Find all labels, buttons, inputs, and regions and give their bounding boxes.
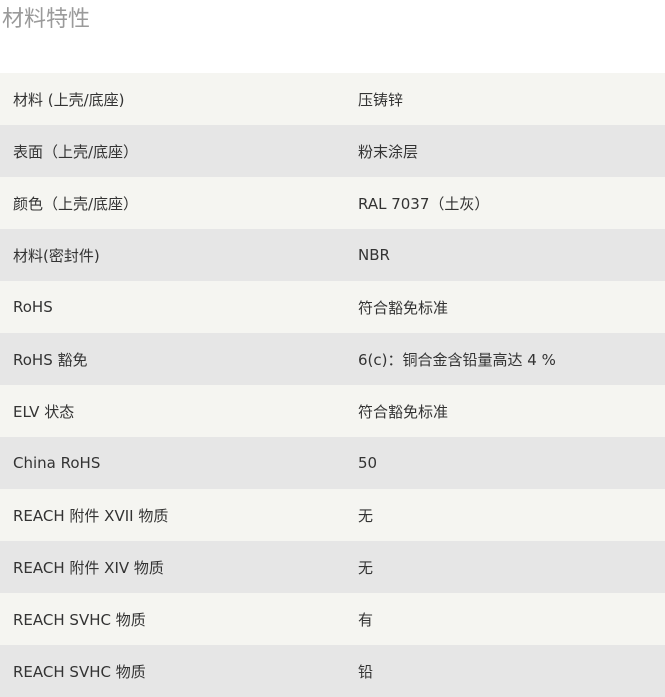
property-label: REACH SVHC 物质: [0, 593, 345, 645]
property-label: RoHS: [0, 281, 345, 333]
property-value: NBR: [345, 229, 665, 281]
property-label: ELV 状态: [0, 385, 345, 437]
table-row: RoHS 符合豁免标准: [0, 281, 665, 333]
material-properties-table: 材料 (上壳/底座) 压铸锌 表面（上壳/底座） 粉末涂层 颜色（上壳/底座） …: [0, 73, 665, 697]
table-row: REACH SVHC 物质 有: [0, 593, 665, 645]
table-row: 材料 (上壳/底座) 压铸锌: [0, 73, 665, 125]
table-row: China RoHS 50: [0, 437, 665, 489]
table-row: REACH SVHC 物质 铅: [0, 645, 665, 697]
property-label: REACH 附件 XIV 物质: [0, 541, 345, 593]
table-row: 材料(密封件) NBR: [0, 229, 665, 281]
table-row: RoHS 豁免 6(c)：铜合金含铅量高达 4 %: [0, 333, 665, 385]
table-row: REACH 附件 XVII 物质 无: [0, 489, 665, 541]
property-label: 材料 (上壳/底座): [0, 73, 345, 125]
property-label: RoHS 豁免: [0, 333, 345, 385]
property-value: 50: [345, 437, 665, 489]
table-row: REACH 附件 XIV 物质 无: [0, 541, 665, 593]
property-value: 符合豁免标准: [345, 281, 665, 333]
property-value: 粉末涂层: [345, 125, 665, 177]
property-value: 铅: [345, 645, 665, 697]
page-title: 材料特性: [2, 7, 91, 32]
property-value: 无: [345, 541, 665, 593]
property-value: 压铸锌: [345, 73, 665, 125]
property-value: 符合豁免标准: [345, 385, 665, 437]
property-value: RAL 7037（土灰）: [345, 177, 665, 229]
property-label: 表面（上壳/底座）: [0, 125, 345, 177]
table-row: 颜色（上壳/底座） RAL 7037（土灰）: [0, 177, 665, 229]
property-label: 颜色（上壳/底座）: [0, 177, 345, 229]
property-value: 有: [345, 593, 665, 645]
property-label: REACH SVHC 物质: [0, 645, 345, 697]
property-value: 6(c)：铜合金含铅量高达 4 %: [345, 333, 665, 385]
table-row: 表面（上壳/底座） 粉末涂层: [0, 125, 665, 177]
table-row: ELV 状态 符合豁免标准: [0, 385, 665, 437]
property-value: 无: [345, 489, 665, 541]
property-label: REACH 附件 XVII 物质: [0, 489, 345, 541]
property-label: 材料(密封件): [0, 229, 345, 281]
property-label: China RoHS: [0, 437, 345, 489]
